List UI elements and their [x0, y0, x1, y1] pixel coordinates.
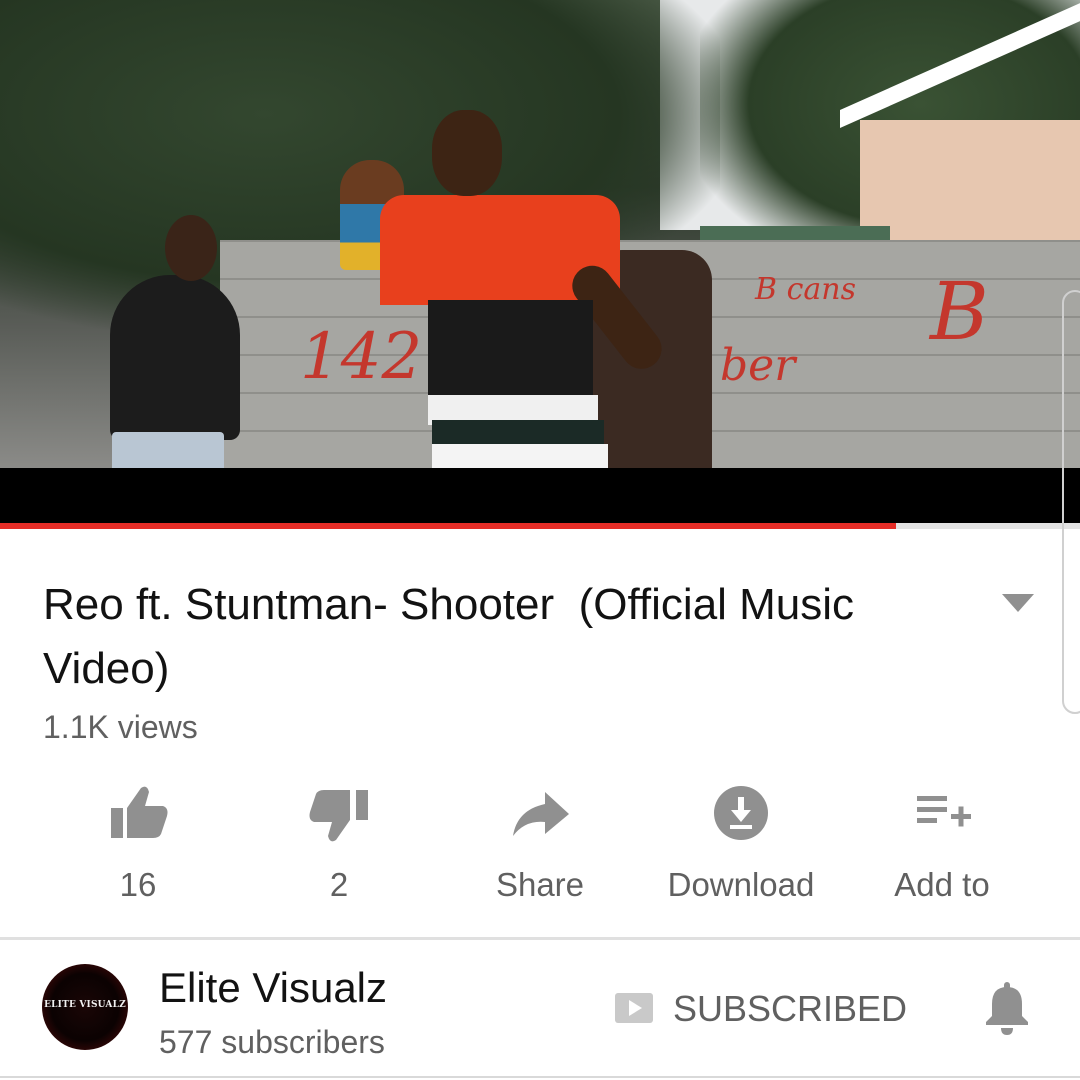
video-progress-bar[interactable]: [0, 523, 1080, 529]
download-label: Download: [667, 866, 815, 903]
chevron-down-icon: [1002, 594, 1034, 612]
channel-avatar[interactable]: ELITE VISUALZ: [42, 964, 128, 1050]
video-frame-person: [110, 275, 240, 440]
add-to-playlist-button[interactable]: Add to: [842, 780, 1042, 904]
screen-edge: [1062, 290, 1080, 714]
like-count: 16: [119, 866, 157, 903]
playlist-add-icon: [917, 796, 971, 827]
download-icon: [714, 786, 768, 840]
channel-name[interactable]: Elite Visualz: [159, 964, 387, 1012]
youtube-play-icon: [615, 993, 653, 1023]
video-frame-graffiti: B cans: [755, 272, 856, 307]
video-letterbox: [0, 468, 1080, 523]
notification-bell-button[interactable]: [984, 980, 1030, 1036]
video-frame-graffiti: ber: [720, 340, 796, 391]
notification-bell-icon: [986, 982, 1028, 1035]
action-bar: 16 2 Share Download Add to: [0, 780, 1080, 910]
dislike-count: 2: [329, 866, 349, 903]
video-frame-performer-belt: [432, 420, 604, 446]
video-frame-graffiti: 142: [300, 320, 423, 394]
video-title: Reo ft. Stuntman- Shooter (Official Musi…: [43, 580, 867, 693]
subscribed-label: SUBSCRIBED: [673, 988, 908, 1029]
dislike-button[interactable]: 2: [239, 780, 439, 904]
video-frame-graffiti: B: [930, 265, 989, 358]
video-frame-performer-head: [432, 110, 502, 196]
share-button[interactable]: Share: [440, 780, 640, 904]
expand-description-button[interactable]: [996, 588, 1040, 618]
video-frame-person-legs: [112, 432, 224, 468]
view-count: 1.1K views: [43, 709, 198, 745]
video-player[interactable]: 142 B cans ber B: [0, 0, 1080, 468]
add-to-label: Add to: [894, 866, 990, 903]
download-button[interactable]: Download: [641, 780, 841, 904]
video-frame-performer-shirt-band: [428, 300, 593, 400]
like-button[interactable]: 16: [38, 780, 238, 904]
thumbs-down-icon: [309, 790, 368, 842]
share-label: Share: [495, 866, 585, 903]
video-frame-house: [860, 120, 1080, 260]
video-frame-performer-pants: [432, 444, 608, 468]
video-progress-fill: [0, 523, 897, 529]
avatar-logo-text: ELITE VISUALZ: [44, 1000, 126, 1010]
subscriber-count: 577 subscribers: [159, 1024, 385, 1060]
thumbs-up-icon: [111, 786, 168, 838]
video-frame-person-head: [165, 215, 217, 281]
channel-row: ELITE VISUALZ Elite Visualz 577 subscrib…: [0, 940, 1080, 1080]
share-arrow-icon: [513, 792, 569, 836]
bottom-divider: [0, 1076, 1080, 1078]
